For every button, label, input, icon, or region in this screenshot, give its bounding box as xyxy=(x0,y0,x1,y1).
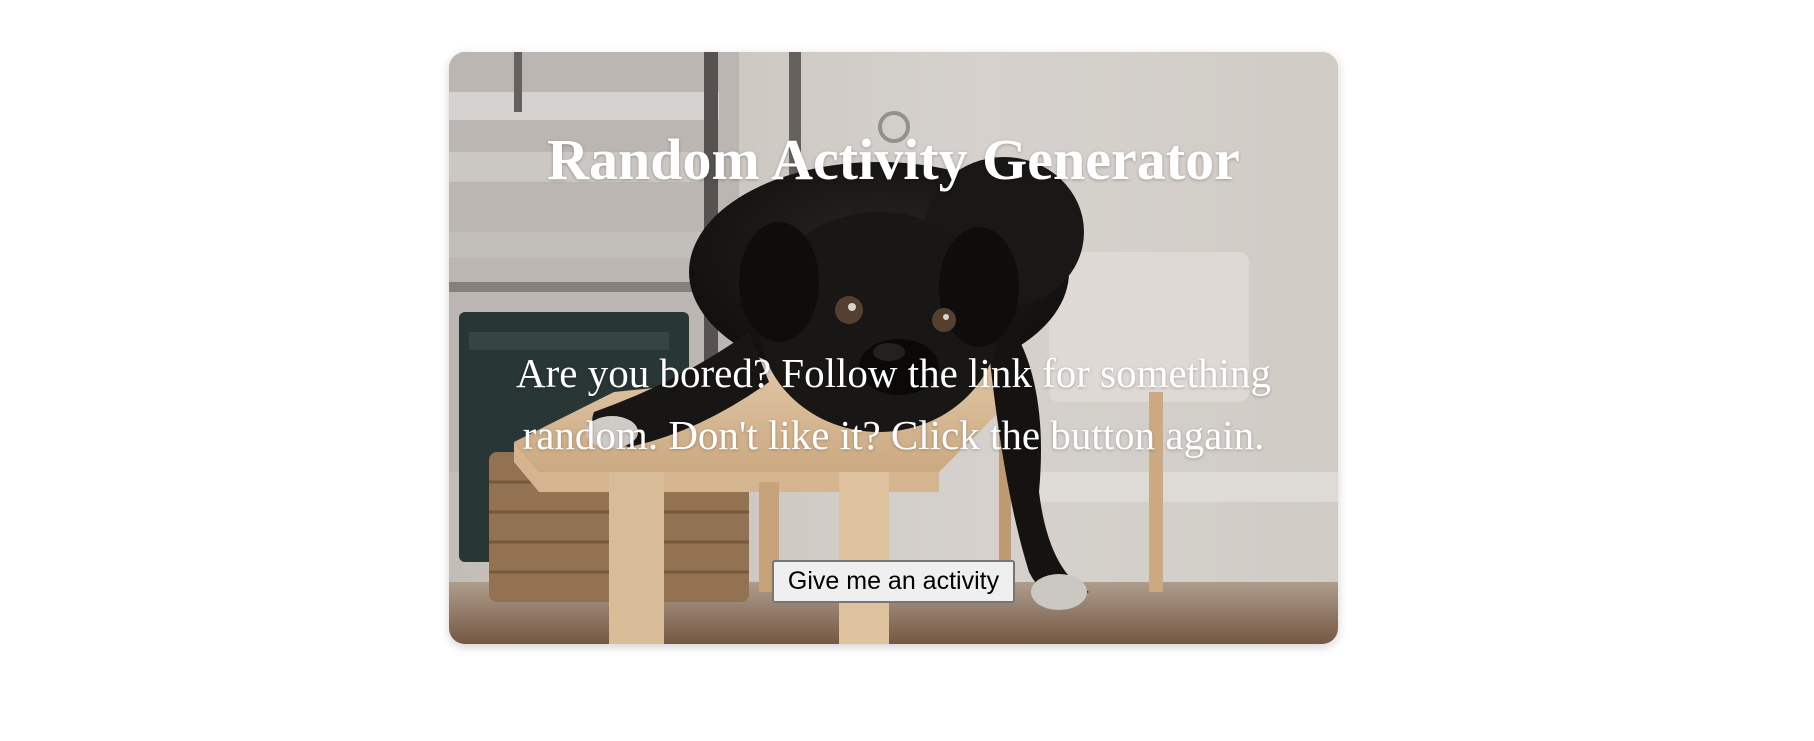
activity-card: Random Activity Generator Are you bored?… xyxy=(449,52,1338,644)
page-title: Random Activity Generator xyxy=(547,127,1240,192)
description-text: Are you bored? Follow the link for somet… xyxy=(516,350,1271,458)
button-container: Give me an activity xyxy=(449,560,1338,603)
give-activity-button[interactable]: Give me an activity xyxy=(771,560,1016,603)
